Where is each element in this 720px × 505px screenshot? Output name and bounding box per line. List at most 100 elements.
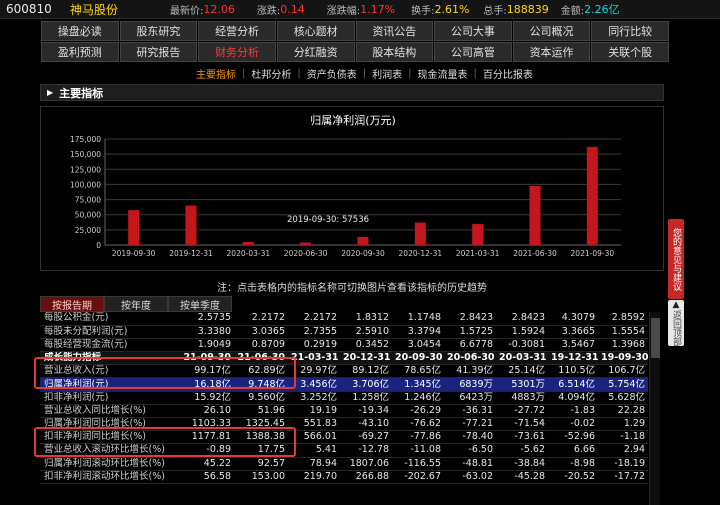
value-cell: 1.345亿 — [392, 377, 444, 392]
table-row[interactable]: 每股公积金(元) 2.5735 2.2172 2.2172 1.8312 1.1748 2.… — [40, 312, 648, 326]
value-cell: 1.29 — [598, 417, 648, 432]
indicator-name[interactable]: 成长能力指标 — [40, 351, 180, 366]
bar[interactable] — [242, 241, 254, 245]
indicator-name[interactable]: 营业总收入滚动环比增长(%) — [40, 443, 180, 458]
scrollbar-thumb[interactable] — [651, 318, 660, 358]
table-row[interactable]: 扣非净利润(元) 15.92亿 9.560亿 3.252亿 1.258亿 1.246亿 64… — [40, 391, 648, 405]
nav-item-gaoguan[interactable]: 公司高管 — [434, 42, 512, 62]
nav-item-caopan[interactable]: 操盘必读 — [41, 21, 119, 41]
nav-item-zixun[interactable]: 资讯公告 — [355, 21, 434, 41]
nav-item-yingli[interactable]: 盈利预测 — [41, 42, 119, 62]
nav-item-caiwu[interactable]: 财务分析 — [198, 42, 276, 62]
bar[interactable] — [414, 222, 426, 245]
subnav-separator: | — [362, 67, 367, 79]
subnav-separator: | — [242, 67, 246, 79]
y-tick-label: 25,000 — [75, 226, 101, 235]
nav-item-yanjiu[interactable]: 研究报告 — [119, 42, 198, 62]
indicator-name[interactable]: 营业总收入(元) — [40, 364, 180, 379]
value-cell: 22.28 — [598, 404, 648, 419]
indicator-name[interactable]: 扣非净利润滚动环比增长(%) — [40, 470, 180, 484]
value-cell: -5.62 — [496, 443, 548, 458]
value-cell: -11.08 — [392, 443, 444, 458]
indicator-name[interactable]: 归属净利润滚动环比增长(%) — [40, 457, 180, 471]
bar[interactable] — [586, 146, 598, 245]
nav-item-fenhong[interactable]: 分红融资 — [276, 42, 355, 62]
subnav-item-zhuyao[interactable]: 主要指标 — [196, 66, 236, 81]
table-row[interactable]: 扣非净利润滚动环比增长(%) 56.58 153.00 219.70 266.88 -20… — [40, 470, 648, 484]
subnav-item-dubang[interactable]: 杜邦分析 — [251, 66, 291, 81]
profit-chart-svg: 归属净利润(万元) 0 25,000 50,000 75,000 100,000 125,0… — [70, 113, 621, 258]
table-row[interactable]: 每股经营现金流(元) 1.9049 0.8709 0.2919 0.3452 3.0454… — [40, 338, 648, 353]
indicator-table: 每股公积金(元) 2.5735 2.2172 2.2172 1.8312 1.1748 2.… — [40, 312, 648, 484]
bar[interactable] — [472, 224, 484, 245]
y-tick-label: 75,000 — [75, 196, 101, 205]
table-row[interactable]: 扣非净利润同比增长(%) 1177.81 1388.38 566.01 -69.27 -7… — [40, 430, 648, 445]
nav-item-tonghang[interactable]: 同行比较 — [591, 21, 669, 41]
x-tick-label: 2021-06-30 — [513, 249, 557, 258]
nav-item-dashi[interactable]: 公司大事 — [434, 21, 512, 41]
indicator-name[interactable]: 每股经营现金流(元) — [40, 338, 180, 353]
indicator-name[interactable]: 归属净利润(元) — [40, 377, 180, 392]
nav-item-gudong[interactable]: 股东研究 — [119, 21, 198, 41]
nav-item-hexin[interactable]: 核心题材 — [276, 21, 355, 41]
table-row[interactable]: 归属净利润(元) 16.18亿 9.748亿 3.456亿 3.706亿 1.345亿 68… — [40, 377, 648, 392]
value-cell: 4.094亿 — [548, 391, 598, 405]
indicator-name[interactable]: 每股公积金(元) — [40, 312, 180, 326]
value-cell: 106.7亿 — [598, 364, 648, 379]
indicator-name[interactable]: 营业总收入同比增长(%) — [40, 404, 180, 419]
nav-item-ziben[interactable]: 资本运作 — [512, 42, 591, 62]
value-cell: 1807.06 — [340, 457, 392, 471]
nav-item-guanlian[interactable]: 关联个股 — [591, 42, 669, 62]
feedback-button[interactable]: 您的意见与建议 — [668, 219, 684, 299]
bar[interactable] — [357, 236, 369, 245]
value-cell: 2.8592 — [598, 312, 648, 326]
period-header-cell: 20-03-31 — [496, 351, 548, 366]
back-to-top-button[interactable]: ▲返回顶部 — [668, 300, 684, 346]
table-scrollbar[interactable] — [649, 312, 660, 505]
table-row[interactable]: 每股未分配利润(元) 3.3380 3.0365 2.7355 2.5910 3.3794… — [40, 325, 648, 339]
value-cell: -202.67 — [392, 470, 444, 484]
tab-quarterly[interactable]: 按单季度 — [168, 296, 232, 312]
value-cell: -12.78 — [340, 443, 392, 458]
nav-item-guben[interactable]: 股本结构 — [355, 42, 434, 62]
nav-item-gaikuang[interactable]: 公司概况 — [512, 21, 591, 41]
bar[interactable] — [185, 205, 197, 245]
value-cell: 1.9049 — [180, 338, 234, 353]
subnav-item-lirun[interactable]: 利润表 — [372, 66, 402, 81]
value-cell: -116.55 — [392, 457, 444, 471]
subnav-item-baifenbi[interactable]: 百分比报表 — [483, 66, 533, 81]
tab-annual[interactable]: 按年度 — [104, 296, 168, 312]
nav-item-jingying[interactable]: 经营分析 — [198, 21, 276, 41]
value-cell: 26.10 — [180, 404, 234, 419]
bar[interactable] — [529, 185, 541, 245]
table-row[interactable]: 归属净利润滚动环比增长(%) 45.22 92.57 78.94 1807.06 -116… — [40, 457, 648, 471]
tab-report-period[interactable]: 按报告期 — [40, 296, 104, 312]
table-header-row[interactable]: 成长能力指标 21-09-30 21-06-30 21-03-31 20-12-31 20… — [40, 351, 648, 366]
profit-chart: 归属净利润(万元) 0 25,000 50,000 75,000 100,000 125,0… — [40, 106, 664, 271]
table-row[interactable]: 营业总收入同比增长(%) 26.10 51.96 19.19 -19.34 -26.29-… — [40, 404, 648, 419]
price-value: 12.06 — [203, 2, 235, 16]
value-cell: -48.81 — [444, 457, 496, 471]
section-header[interactable]: ▶ 主要指标 — [40, 84, 664, 101]
value-cell: 1325.45 — [234, 417, 288, 432]
indicator-name[interactable]: 每股未分配利润(元) — [40, 325, 180, 339]
bar[interactable] — [300, 242, 312, 245]
value-cell: -27.72 — [496, 404, 548, 419]
value-cell: 2.5735 — [180, 312, 234, 326]
x-tick-label: 2019-09-30 — [112, 249, 156, 258]
subnav-item-xianjin[interactable]: 现金流量表 — [418, 66, 468, 81]
bar[interactable] — [128, 210, 140, 245]
x-tick-label: 2020-03-31 — [227, 249, 271, 258]
table-row[interactable]: 营业总收入滚动环比增长(%) -0.89 17.75 5.41 -12.78 -11.08… — [40, 443, 648, 458]
indicator-name[interactable]: 扣非净利润同比增长(%) — [40, 430, 180, 445]
value-cell: -1.83 — [548, 404, 598, 419]
table-row[interactable]: 归属净利润同比增长(%) 1103.33 1325.45 551.83 -43.10 -7… — [40, 417, 648, 432]
table-row[interactable]: 营业总收入(元) 99.17亿 62.89亿 29.97亿 89.12亿 78.65亿 41… — [40, 364, 648, 379]
subnav-item-zichan[interactable]: 资产负债表 — [307, 66, 357, 81]
indicator-name[interactable]: 归属净利润同比增长(%) — [40, 417, 180, 432]
value-cell: 1.258亿 — [340, 391, 392, 405]
value-cell: 1.1748 — [392, 312, 444, 326]
value-cell: 1.246亿 — [392, 391, 444, 405]
indicator-name[interactable]: 扣非净利润(元) — [40, 391, 180, 405]
value-cell: 1.5924 — [496, 325, 548, 339]
